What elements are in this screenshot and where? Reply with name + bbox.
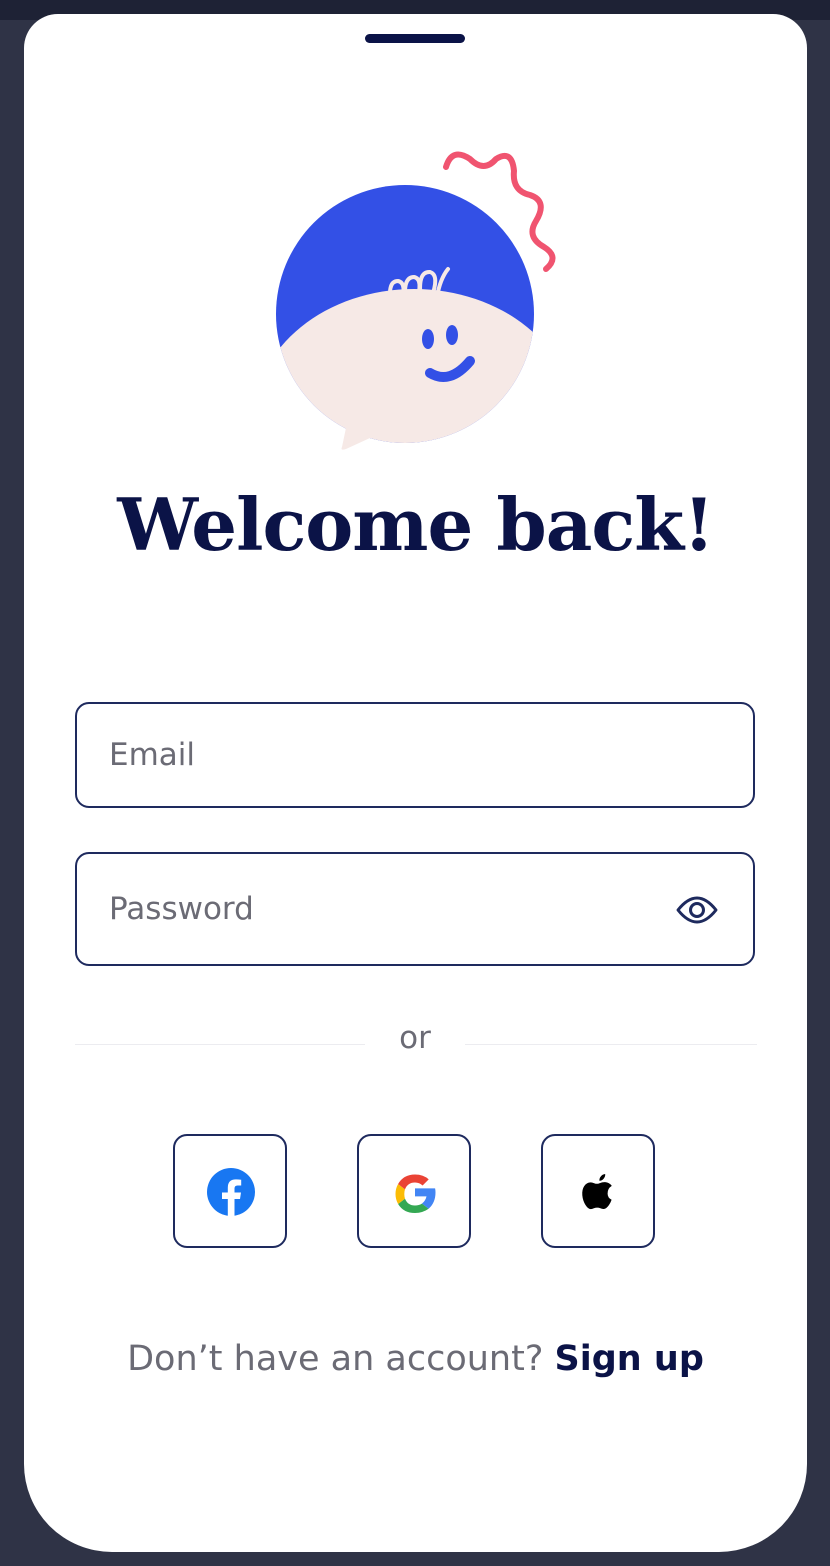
password-field[interactable] — [75, 852, 755, 966]
signup-prompt: Don’t have an account? — [127, 1339, 544, 1379]
google-login-button[interactable] — [357, 1134, 471, 1248]
login-sheet: Welcome back! or Don’t have — [24, 14, 807, 1552]
divider-label: or — [399, 1020, 431, 1056]
signup-link[interactable]: Sign up — [555, 1339, 704, 1379]
email-field[interactable] — [75, 702, 755, 808]
signup-row: Don’t have an account? Sign up — [24, 1339, 807, 1379]
facebook-icon — [207, 1168, 255, 1216]
divider-line-left — [75, 1044, 365, 1045]
google-icon — [395, 1174, 436, 1213]
drag-handle[interactable] — [365, 34, 465, 43]
mascot-illustration — [276, 151, 556, 450]
email-input[interactable] — [109, 704, 669, 806]
page-title: Welcome back! — [117, 482, 714, 567]
apple-login-button[interactable] — [541, 1134, 655, 1248]
facebook-login-button[interactable] — [173, 1134, 287, 1248]
eye-icon[interactable] — [675, 892, 719, 928]
password-input[interactable] — [109, 854, 669, 964]
apple-icon — [582, 1174, 612, 1210]
divider-line-right — [465, 1044, 757, 1045]
